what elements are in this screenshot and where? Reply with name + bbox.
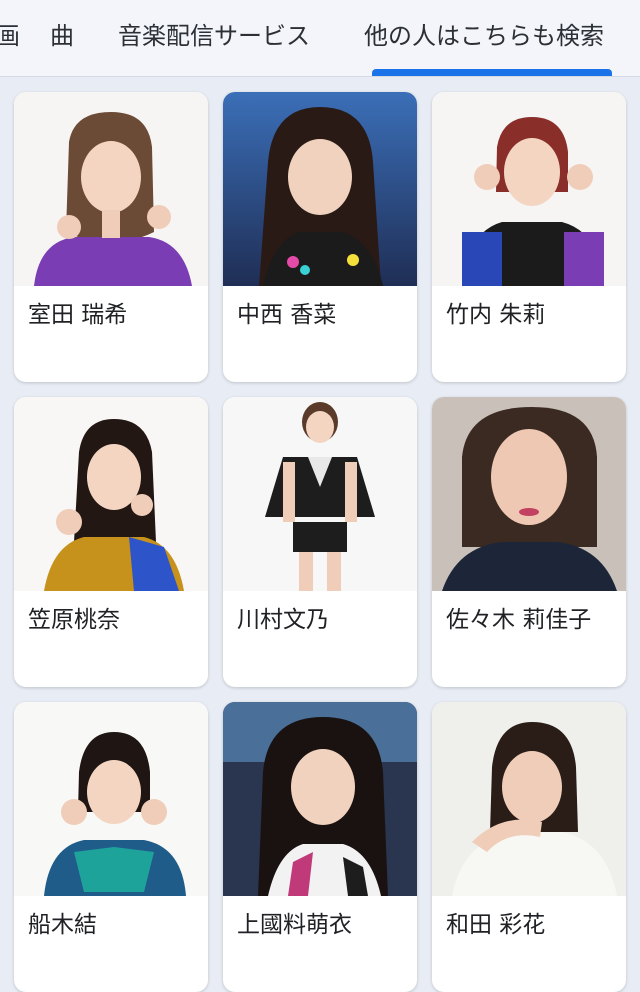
tab-music-streaming[interactable]: 音楽配信サービス [118,18,310,54]
person-card[interactable]: 和田 彩花 [432,702,626,992]
person-photo [14,702,208,896]
people-grid: 室田 瑞希 中西 香菜 竹内 朱莉 笠原桃奈 川村文乃 佐々木 莉佳子 船木結 … [0,77,640,992]
person-name: 室田 瑞希 [28,302,128,328]
person-photo [14,92,208,286]
person-card[interactable]: 船木結 [14,702,208,992]
person-photo [223,702,417,896]
person-name: 笠原桃奈 [28,607,120,633]
person-card[interactable]: 佐々木 莉佳子 [432,397,626,687]
person-card[interactable]: 上國料萌衣 [223,702,417,992]
person-card[interactable]: 竹内 朱莉 [432,92,626,382]
person-name: 川村文乃 [237,607,329,633]
person-photo [223,397,417,591]
person-photo [432,397,626,591]
person-name: 和田 彩花 [446,912,546,938]
active-tab-indicator [372,69,612,76]
tab-songs[interactable]: 曲 [50,18,74,54]
tab-people-also-search[interactable]: 他の人はこちらも検索 [364,18,604,54]
person-card[interactable]: 川村文乃 [223,397,417,687]
person-photo [223,92,417,286]
person-card[interactable]: 笠原桃奈 [14,397,208,687]
person-photo [432,702,626,896]
person-card[interactable]: 中西 香菜 [223,92,417,382]
person-name: 中西 香菜 [237,302,337,328]
person-name: 竹内 朱莉 [446,302,546,328]
person-card[interactable]: 室田 瑞希 [14,92,208,382]
tab-video[interactable]: 画 [0,18,20,54]
person-name: 上國料萌衣 [237,912,352,938]
person-name: 佐々木 莉佳子 [446,607,592,633]
person-photo [14,397,208,591]
tab-bar: 画 曲 音楽配信サービス 他の人はこちらも検索 [0,0,640,77]
person-name: 船木結 [28,912,97,938]
person-photo [432,92,626,286]
